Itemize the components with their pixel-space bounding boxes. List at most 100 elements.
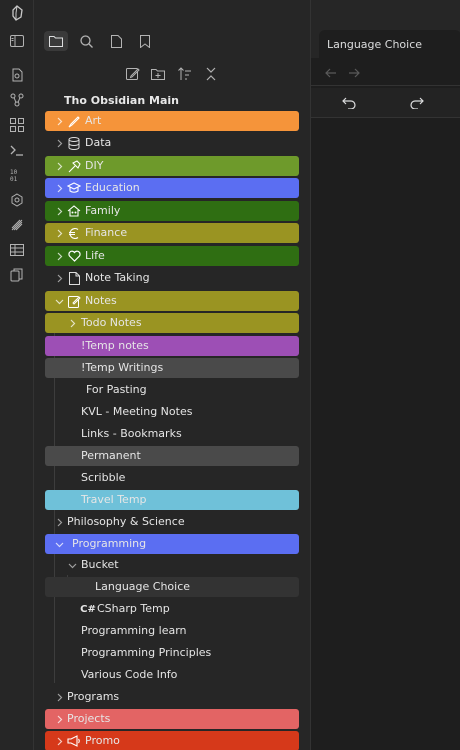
chevron-right-icon[interactable] xyxy=(54,183,64,193)
tree-item-promo[interactable]: Promo xyxy=(45,731,299,750)
tree-item-projects[interactable]: Projects xyxy=(45,709,299,729)
tree-item-label: Programs xyxy=(67,690,120,703)
tab-bar: Language Choice xyxy=(311,0,460,58)
tree-item-programming[interactable]: Programming xyxy=(45,534,299,554)
tree-item-programming-principles[interactable]: Programming Principles xyxy=(45,643,299,663)
chevron-right-icon[interactable] xyxy=(54,714,64,724)
tree-item-life[interactable]: Life xyxy=(45,246,299,266)
file-explorer-sidebar: Tho Obsidian Main Art Data DIY Education Fam… xyxy=(34,0,310,750)
tree-item-programs[interactable]: Programs xyxy=(45,687,299,707)
copy-icon[interactable] xyxy=(8,266,26,284)
tree-item-links-bookmarks[interactable]: Links - Bookmarks xyxy=(45,424,299,444)
tab-title: Language Choice xyxy=(327,37,423,51)
tree-item-temp-notes[interactable]: !Temp notes xyxy=(45,336,299,356)
tree-item-travel-temp[interactable]: Travel Temp xyxy=(45,490,299,510)
sort-icon[interactable] xyxy=(175,64,195,84)
tree-item-label: Todo Notes xyxy=(81,316,142,329)
redo-icon[interactable] xyxy=(409,95,425,111)
tree-item-notes[interactable]: Notes xyxy=(45,291,299,311)
tree-item-various-code-info[interactable]: Various Code Info xyxy=(45,665,299,685)
chevron-down-icon[interactable] xyxy=(54,296,64,306)
tree-item-programming-learn[interactable]: Programming learn xyxy=(45,621,299,641)
heart-icon xyxy=(67,249,81,263)
excalidraw-icon[interactable] xyxy=(8,216,26,234)
search-icon[interactable] xyxy=(74,31,98,51)
edit-icon xyxy=(67,294,81,308)
tree-item-kvl-meeting-notes[interactable]: KVL - Meeting Notes xyxy=(45,402,299,422)
tree-item-label: Life xyxy=(85,249,105,262)
chevron-right-icon[interactable] xyxy=(54,736,64,746)
plugin-icon[interactable] xyxy=(8,191,26,209)
svg-text:10: 10 xyxy=(10,169,18,176)
svg-text:01: 01 xyxy=(10,176,18,182)
tree-item-label: For Pasting xyxy=(86,383,147,396)
tree-item-label: Various Code Info xyxy=(81,668,178,681)
tree-item-csharp-temp[interactable]: C# CSharp Temp xyxy=(45,599,299,619)
tree-item-label: Programming Principles xyxy=(81,646,212,659)
chevron-right-icon[interactable] xyxy=(67,318,77,328)
terminal-icon[interactable] xyxy=(8,141,26,159)
editor-toolbar xyxy=(311,88,460,118)
tree-item-philosophy-science[interactable]: Philosophy & Science xyxy=(45,512,299,532)
back-arrow-icon[interactable] xyxy=(323,65,339,81)
new-folder-icon[interactable] xyxy=(148,64,168,84)
tree-item-label: DIY xyxy=(85,159,104,172)
tree-item-label: Philosophy & Science xyxy=(67,515,185,528)
chevron-right-icon[interactable] xyxy=(54,138,64,148)
chevron-right-icon[interactable] xyxy=(54,251,64,261)
file-icon[interactable] xyxy=(104,31,128,51)
tree-item-label: Data xyxy=(85,136,112,149)
euro-icon xyxy=(67,226,81,240)
chevron-down-icon[interactable] xyxy=(54,539,64,549)
sidebar-view-tabs xyxy=(34,28,310,54)
tree-item-todo-notes[interactable]: Todo Notes xyxy=(45,313,299,333)
tree-item-for-pasting[interactable]: For Pasting xyxy=(45,380,299,400)
binary-icon[interactable]: 10 01 xyxy=(8,166,26,184)
tree-item-finance[interactable]: Finance xyxy=(45,223,299,243)
files-tab-folder-icon[interactable] xyxy=(44,31,68,51)
quick-switcher-icon[interactable] xyxy=(8,66,26,84)
tree-item-label: Permanent xyxy=(81,449,141,462)
canvas-icon[interactable] xyxy=(8,116,26,134)
chevron-right-icon[interactable] xyxy=(54,228,64,238)
table-icon[interactable] xyxy=(8,241,26,259)
bookmark-icon[interactable] xyxy=(133,31,157,51)
chevron-right-icon[interactable] xyxy=(54,206,64,216)
chevron-right-icon[interactable] xyxy=(54,517,64,527)
tree-item-label: KVL - Meeting Notes xyxy=(81,405,193,418)
tree-item-scribble[interactable]: Scribble xyxy=(45,468,299,488)
tree-item-label: Scribble xyxy=(81,471,126,484)
chevron-right-icon[interactable] xyxy=(54,692,64,702)
tree-item-permanent[interactable]: Permanent xyxy=(45,446,299,466)
tab-language-choice[interactable]: Language Choice xyxy=(319,30,460,58)
ribbon: 10 01 xyxy=(0,0,34,750)
tree-item-family[interactable]: Family xyxy=(45,201,299,221)
sidebar-toggle-icon[interactable] xyxy=(8,32,26,50)
obsidian-logo-icon[interactable] xyxy=(8,4,26,22)
tree-item-diy[interactable]: DIY xyxy=(45,156,299,176)
tree-item-art[interactable]: Art xyxy=(45,111,299,131)
vault-title[interactable]: Tho Obsidian Main xyxy=(64,94,179,107)
tree-item-note-taking[interactable]: Note Taking xyxy=(45,268,299,288)
collapse-all-icon[interactable] xyxy=(201,64,221,84)
undo-icon[interactable] xyxy=(341,95,357,111)
tree-item-label: Promo xyxy=(85,734,120,747)
tree-item-education[interactable]: Education xyxy=(45,178,299,198)
tree-item-label: Bucket xyxy=(81,558,119,571)
tree-item-language-choice[interactable]: Language Choice xyxy=(45,577,299,597)
chevron-right-icon[interactable] xyxy=(54,116,64,126)
tree-item-label: CSharp Temp xyxy=(97,602,170,615)
new-note-icon[interactable] xyxy=(123,64,143,84)
forward-arrow-icon[interactable] xyxy=(346,65,362,81)
tree-item-bucket[interactable]: Bucket xyxy=(45,555,299,575)
chevron-right-icon[interactable] xyxy=(54,273,64,283)
tree-item-label: Art xyxy=(85,114,102,127)
brush-icon xyxy=(67,114,81,128)
chevron-down-icon[interactable] xyxy=(67,560,77,570)
graph-view-icon[interactable] xyxy=(8,91,26,109)
tree-item-label: Language Choice xyxy=(95,580,191,593)
database-icon xyxy=(67,136,81,150)
tree-item-data[interactable]: Data xyxy=(45,133,299,153)
tree-item-temp-writings[interactable]: !Temp Writings xyxy=(45,358,299,378)
chevron-right-icon[interactable] xyxy=(54,161,64,171)
